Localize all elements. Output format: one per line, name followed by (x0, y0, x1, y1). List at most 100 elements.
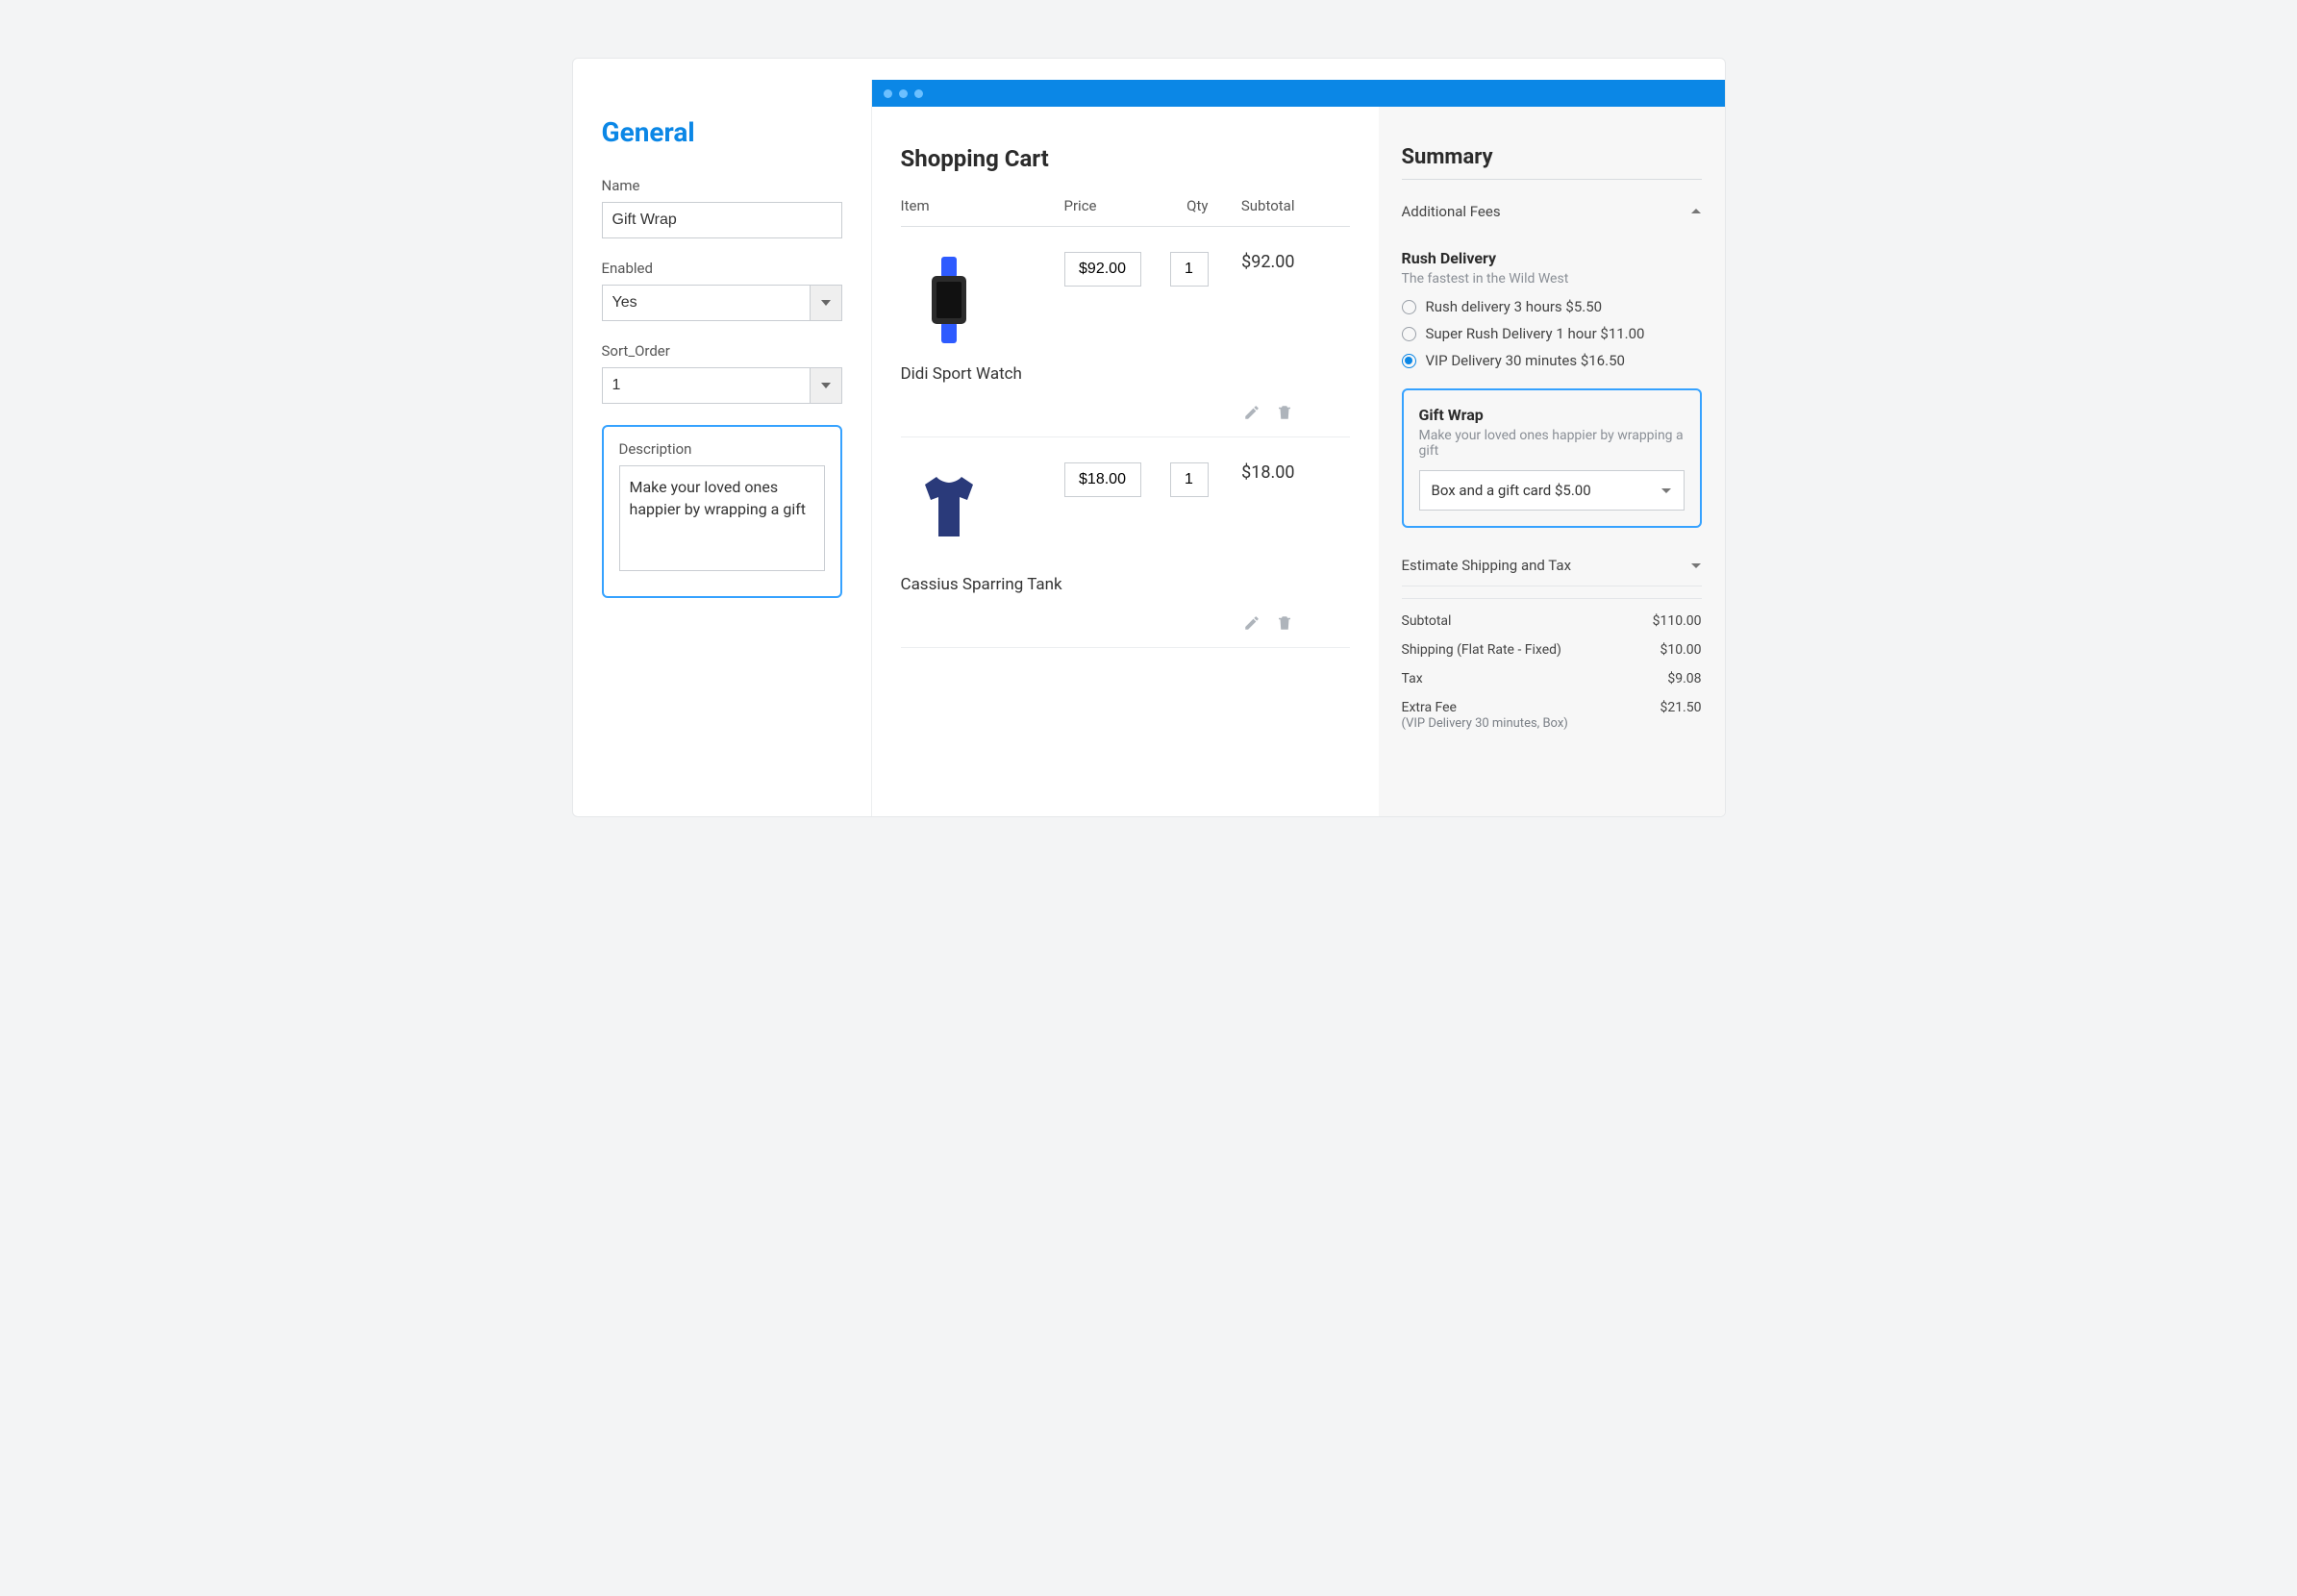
qty-input[interactable] (1170, 252, 1209, 287)
rush-option-label: Super Rush Delivery 1 hour $11.00 (1426, 325, 1645, 342)
gift-subtitle: Make your loved ones happier by wrapping… (1419, 428, 1685, 459)
pencil-icon (1243, 404, 1261, 421)
radio-icon (1402, 327, 1416, 341)
radio-icon (1402, 354, 1416, 368)
total-row: Shipping (Flat Rate - Fixed) $10.00 (1402, 636, 1702, 664)
edit-button[interactable] (1241, 402, 1262, 423)
total-row: Extra Fee (VIP Delivery 30 minutes, Box)… (1402, 693, 1702, 737)
product-thumbnail (901, 462, 997, 559)
total-value: $110.00 (1653, 613, 1702, 629)
trash-icon (1276, 614, 1293, 632)
rush-option[interactable]: Rush delivery 3 hours $5.50 (1402, 298, 1702, 315)
total-row: Tax $9.08 (1402, 664, 1702, 693)
cart-header-row: Item Price Qty Subtotal (901, 197, 1350, 227)
additional-fees-label: Additional Fees (1402, 203, 1501, 220)
cart-title: Shopping Cart (901, 145, 1350, 172)
enabled-value[interactable] (602, 285, 810, 321)
delete-button[interactable] (1274, 402, 1295, 423)
rush-option[interactable]: Super Rush Delivery 1 hour $11.00 (1402, 325, 1702, 342)
app-window: General Name Enabled Sort_Order (572, 58, 1726, 817)
price-input[interactable] (1064, 252, 1141, 287)
subtotal-cell: $18.00 (1209, 462, 1295, 483)
rush-delivery-block: Rush Delivery The fastest in the Wild We… (1402, 232, 1702, 369)
total-value: $21.50 (1660, 700, 1701, 731)
chevron-down-icon (821, 383, 831, 388)
trash-icon (1276, 404, 1293, 421)
total-label: Tax (1402, 671, 1423, 686)
row-actions (901, 402, 1295, 423)
panel-title: General (602, 116, 842, 148)
price-cell (1064, 252, 1151, 287)
name-input[interactable] (602, 202, 842, 238)
enabled-dropdown-button[interactable] (810, 285, 842, 321)
chevron-down-icon (1690, 560, 1702, 571)
rush-option-label: VIP Delivery 30 minutes $16.50 (1426, 352, 1625, 369)
description-label: Description (619, 440, 825, 458)
chevron-down-icon (1660, 485, 1672, 496)
estimate-label: Estimate Shipping and Tax (1402, 557, 1572, 574)
edit-button[interactable] (1241, 612, 1262, 634)
sort-order-label: Sort_Order (602, 342, 842, 360)
sort-order-value[interactable] (602, 367, 810, 404)
extra-fee-sub: (VIP Delivery 30 minutes, Box) (1402, 716, 1568, 731)
gift-wrap-block: Gift Wrap Make your loved ones happier b… (1402, 388, 1702, 528)
general-settings-panel: General Name Enabled Sort_Order (573, 59, 871, 816)
enabled-select[interactable] (602, 285, 842, 321)
gift-wrap-value: Box and a gift card $5.00 (1432, 482, 1591, 499)
description-textarea[interactable]: Make your loved ones happier by wrapping… (619, 465, 825, 571)
gift-wrap-select[interactable]: Box and a gift card $5.00 (1419, 470, 1685, 511)
enabled-field: Enabled (602, 260, 842, 321)
cart-panel: Shopping Cart Item Price Qty Subtotal (872, 107, 1379, 816)
qty-input[interactable] (1170, 462, 1209, 497)
sort-order-select[interactable] (602, 367, 842, 404)
estimate-shipping-toggle[interactable]: Estimate Shipping and Tax (1402, 547, 1702, 586)
preview-body: Shopping Cart Item Price Qty Subtotal (872, 107, 1725, 816)
window-titlebar (872, 80, 1725, 107)
window-dot-icon (884, 89, 892, 98)
chevron-up-icon (1690, 206, 1702, 217)
qty-cell (1151, 462, 1209, 497)
summary-panel: Summary Additional Fees Rush Delivery Th… (1379, 107, 1725, 816)
total-label: Extra Fee (VIP Delivery 30 minutes, Box) (1402, 700, 1568, 731)
price-cell (1064, 462, 1151, 497)
chevron-down-icon (821, 300, 831, 306)
subtotal-cell: $92.00 (1209, 252, 1295, 272)
totals-block: Subtotal $110.00 Shipping (Flat Rate - F… (1402, 598, 1702, 737)
radio-icon (1402, 300, 1416, 314)
rush-title: Rush Delivery (1402, 249, 1702, 267)
name-field: Name (602, 177, 842, 238)
pencil-icon (1243, 614, 1261, 632)
item-cell: Didi Sport Watch (901, 252, 1064, 385)
price-input[interactable] (1064, 462, 1141, 497)
sort-order-dropdown-button[interactable] (810, 367, 842, 404)
total-row: Subtotal $110.00 (1402, 607, 1702, 636)
extra-fee-label: Extra Fee (1402, 700, 1457, 715)
item-cell: Cassius Sparring Tank (901, 462, 1064, 595)
rush-option[interactable]: VIP Delivery 30 minutes $16.50 (1402, 352, 1702, 369)
name-label: Name (602, 177, 842, 194)
total-label: Shipping (Flat Rate - Fixed) (1402, 642, 1561, 658)
total-value: $10.00 (1660, 642, 1701, 658)
rush-subtitle: The fastest in the Wild West (1402, 271, 1702, 287)
additional-fees-toggle[interactable]: Additional Fees (1402, 193, 1702, 232)
enabled-label: Enabled (602, 260, 842, 277)
col-item: Item (901, 197, 1064, 214)
total-value: $9.08 (1667, 671, 1701, 686)
watch-icon (920, 257, 978, 343)
delete-button[interactable] (1274, 612, 1295, 634)
cart-row: Cassius Sparring Tank $18.00 (901, 437, 1350, 648)
total-label: Subtotal (1402, 613, 1452, 629)
col-price: Price (1064, 197, 1151, 214)
cart-row: Didi Sport Watch $92.00 (901, 227, 1350, 437)
window-dot-icon (899, 89, 908, 98)
sort-order-field: Sort_Order (602, 342, 842, 404)
summary-title: Summary (1402, 145, 1702, 180)
col-subtotal: Subtotal (1209, 197, 1295, 214)
tshirt-icon (906, 467, 992, 554)
row-actions (901, 612, 1295, 634)
gift-title: Gift Wrap (1419, 406, 1685, 424)
rush-option-label: Rush delivery 3 hours $5.50 (1426, 298, 1603, 315)
description-field: Description Make your loved ones happier… (602, 425, 842, 598)
item-name: Cassius Sparring Tank (901, 574, 1064, 595)
qty-cell (1151, 252, 1209, 287)
